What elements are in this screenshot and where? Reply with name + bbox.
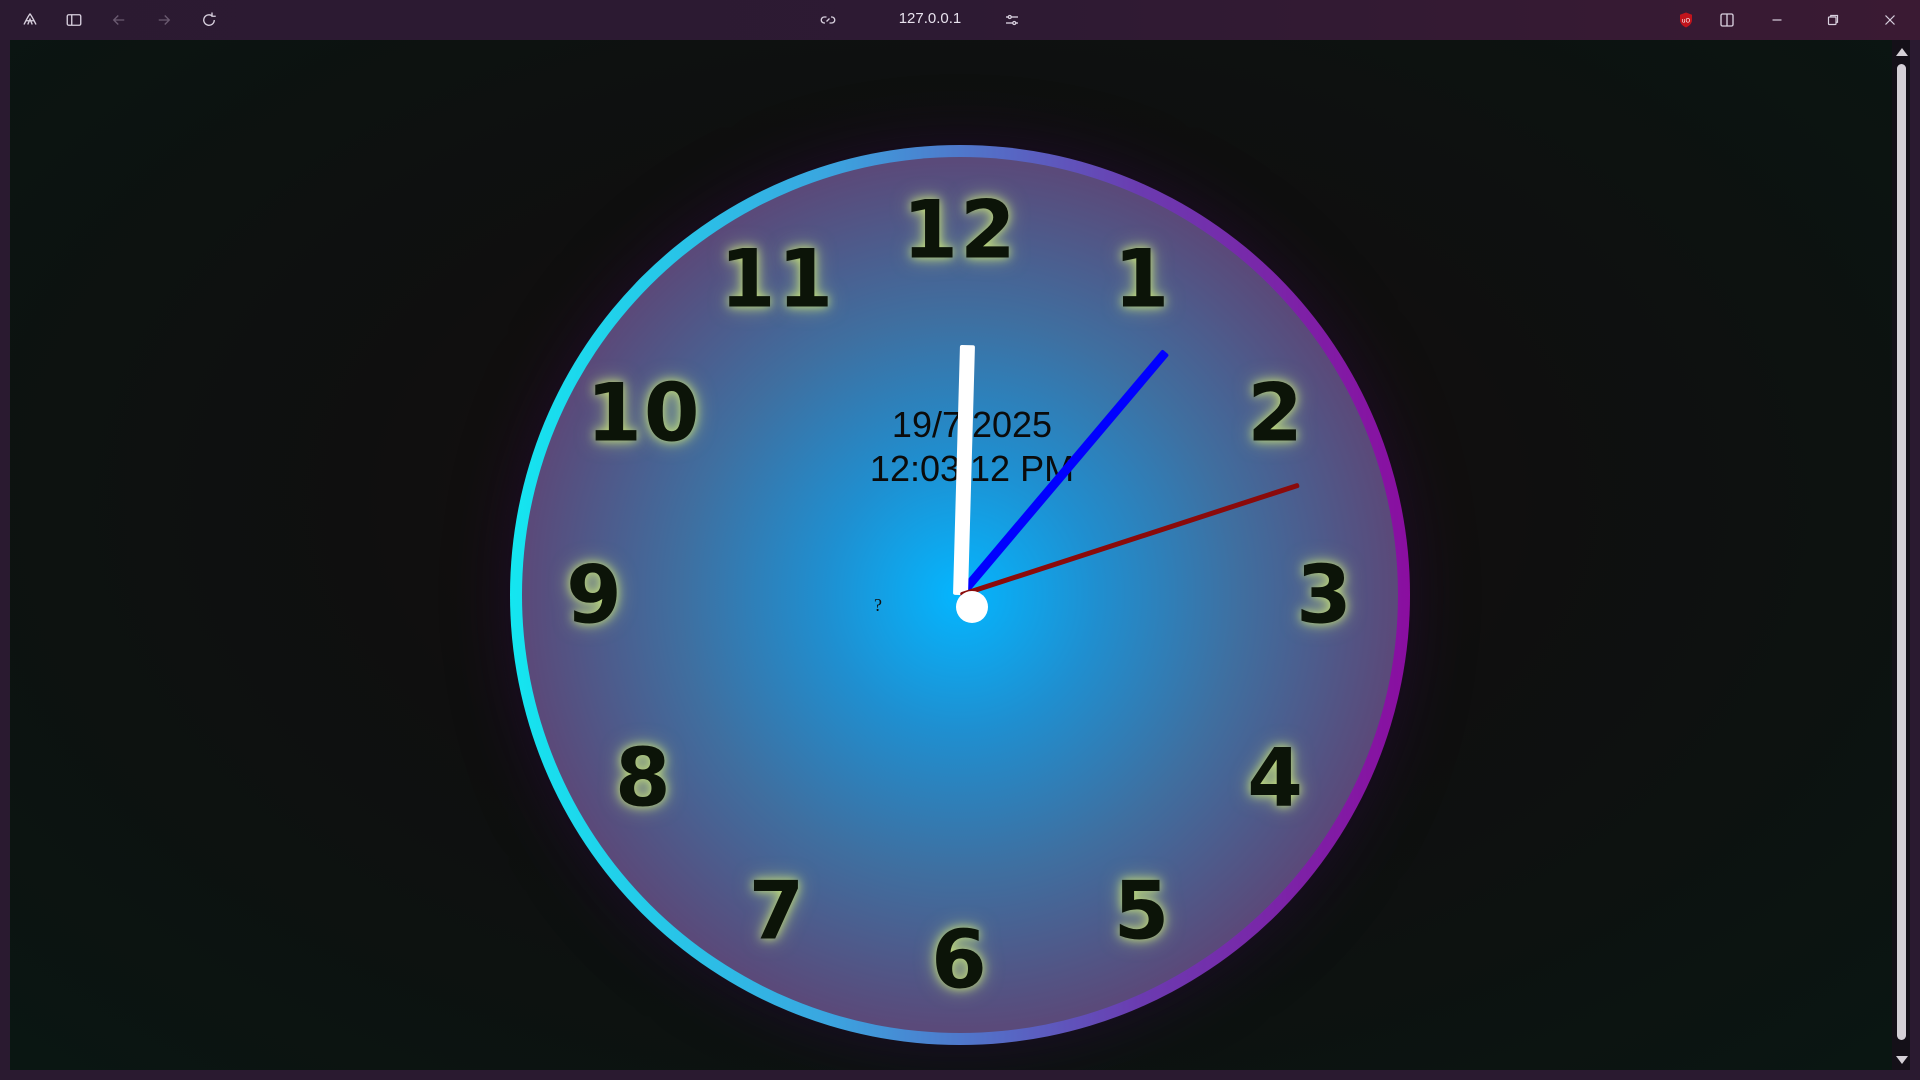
reload-icon[interactable] <box>195 6 223 34</box>
numeral-11: 11 <box>719 232 836 326</box>
numeral-8: 8 <box>615 731 673 824</box>
ublock-origin-icon[interactable]: uO <box>1672 6 1700 34</box>
browser-titlebar: 127.0.0.1 uO <box>0 0 1920 40</box>
numeral-4: 4 <box>1247 731 1305 824</box>
numeral-10: 10 <box>586 366 702 459</box>
page-viewport: 121234567891011 19/7/2025 12:03:12 PM ? <box>10 40 1892 1070</box>
split-view-icon[interactable] <box>1713 6 1741 34</box>
numeral-6: 6 <box>931 913 989 1007</box>
forward-arrow-icon[interactable] <box>150 6 178 34</box>
site-settings-icon[interactable] <box>998 6 1026 34</box>
hour-hand <box>952 344 975 596</box>
numeral-9: 9 <box>566 548 624 642</box>
restore-icon[interactable] <box>1819 6 1847 34</box>
scroll-up-icon[interactable] <box>1896 48 1908 56</box>
numeral-3: 3 <box>1296 548 1354 642</box>
browser-logo-icon[interactable] <box>16 6 44 34</box>
time-text: 12:03:12 PM <box>869 448 1075 489</box>
link-icon[interactable] <box>814 6 842 34</box>
minimize-icon[interactable] <box>1763 6 1791 34</box>
url-text[interactable]: 127.0.0.1 <box>880 10 980 27</box>
sidebar-toggle-icon[interactable] <box>60 6 88 34</box>
scroll-thumb[interactable] <box>1897 64 1906 1040</box>
unknown-glyph: ? <box>874 595 882 615</box>
numeral-12: 12 <box>902 183 1018 277</box>
scroll-down-icon[interactable] <box>1896 1056 1908 1064</box>
vertical-scrollbar[interactable] <box>1892 40 1910 1070</box>
window-bottom-edge <box>0 1070 1920 1080</box>
numeral-5: 5 <box>1113 864 1172 958</box>
back-arrow-icon[interactable] <box>105 6 133 34</box>
clock-face: 121234567891011 19/7/2025 12:03:12 PM ? <box>522 157 1398 1033</box>
svg-text:uO: uO <box>1682 17 1691 24</box>
numeral-1: 1 <box>1113 232 1172 326</box>
close-icon[interactable] <box>1876 6 1904 34</box>
numeral-2: 2 <box>1247 366 1305 459</box>
analog-clock: 121234567891011 19/7/2025 12:03:12 PM ? <box>510 145 1410 1045</box>
numeral-7: 7 <box>748 864 807 958</box>
clock-pivot <box>956 591 988 623</box>
